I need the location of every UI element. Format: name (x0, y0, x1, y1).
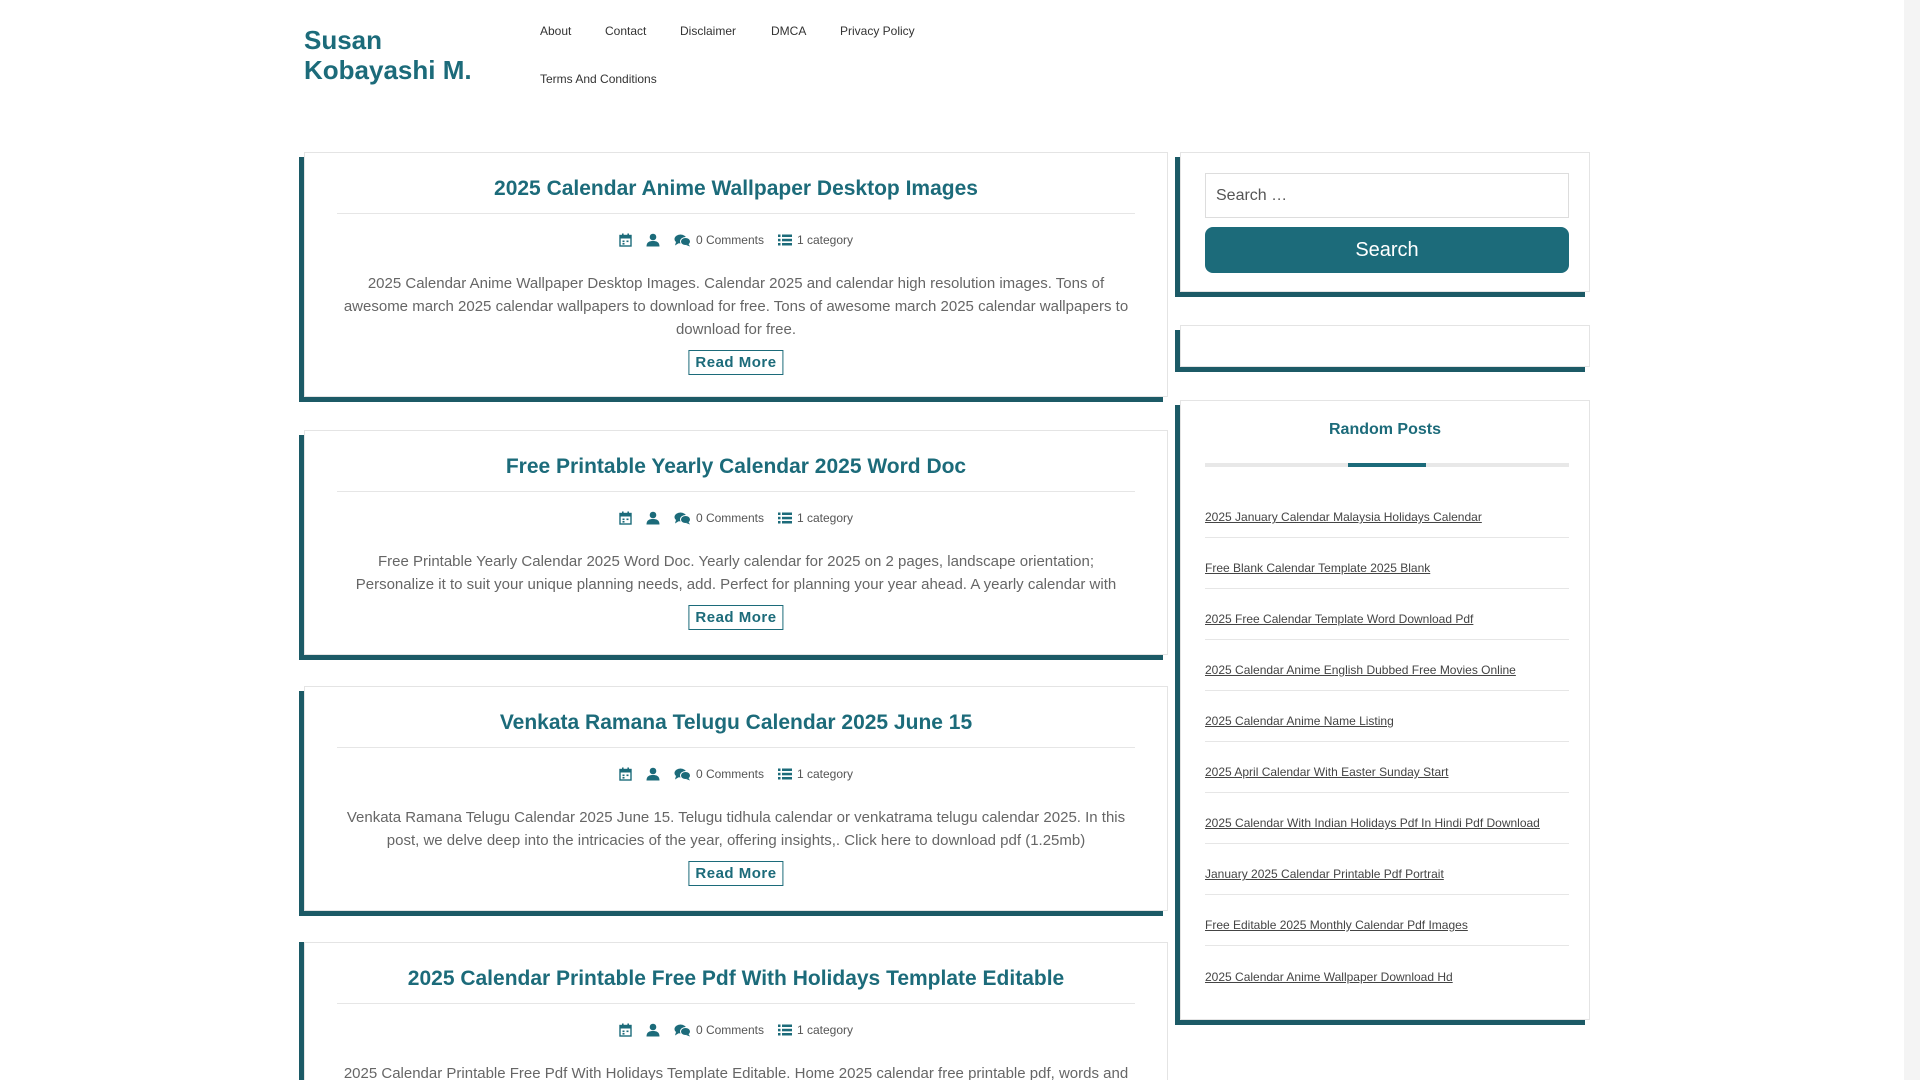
random-posts-list: 2025 January Calendar Malaysia Holidays … (1205, 487, 1569, 997)
read-more-button[interactable]: Read More (688, 605, 784, 630)
post-meta: 0 Comments 1 category (305, 233, 1167, 247)
post-excerpt: Venkata Ramana Telugu Calendar 2025 June… (346, 809, 1126, 849)
post-comments[interactable]: 0 Comments (674, 767, 764, 781)
post-meta: 0 Comments 1 category (305, 767, 1167, 781)
random-post-link[interactable]: Free Blank Calendar Template 2025 Blank (1205, 561, 1430, 575)
category-label: 1 category (796, 233, 854, 247)
user-icon (646, 1023, 660, 1037)
page-scrollbar[interactable] (1904, 0, 1920, 1080)
post-comments[interactable]: 0 Comments (674, 233, 764, 247)
title-divider (337, 1003, 1135, 1004)
calendar-icon (619, 233, 632, 247)
comments-icon (674, 1024, 691, 1036)
post-card: Free Printable Yearly Calendar 2025 Word… (304, 430, 1168, 655)
nav-item-privacy-policy[interactable]: Privacy Policy (840, 24, 915, 38)
comments-count: 0 Comments (695, 767, 764, 781)
comments-count: 0 Comments (695, 1023, 764, 1037)
post-author[interactable] (646, 511, 660, 525)
title-divider (337, 747, 1135, 748)
post-title[interactable]: 2025 Calendar Printable Free Pdf With Ho… (305, 967, 1167, 991)
list-item: 2025 Calendar Anime Wallpaper Download H… (1205, 946, 1569, 997)
random-post-link[interactable]: 2025 Calendar With Indian Holidays Pdf I… (1205, 816, 1540, 830)
calendar-icon (619, 767, 632, 781)
nav-item-terms-and-conditions[interactable]: Terms And Conditions (540, 72, 657, 86)
post-comments[interactable]: 0 Comments (674, 511, 764, 525)
calendar-icon (619, 511, 632, 525)
post-title[interactable]: 2025 Calendar Anime Wallpaper Desktop Im… (305, 177, 1167, 201)
comments-icon (674, 234, 691, 246)
list-item: 2025 Calendar With Indian Holidays Pdf I… (1205, 793, 1569, 844)
post-date[interactable] (619, 233, 632, 247)
random-post-link[interactable]: 2025 Free Calendar Template Word Downloa… (1205, 612, 1473, 626)
list-item: Free Blank Calendar Template 2025 Blank (1205, 538, 1569, 589)
post-card: Venkata Ramana Telugu Calendar 2025 June… (304, 686, 1168, 911)
title-divider (337, 491, 1135, 492)
list-item: Free Editable 2025 Monthly Calendar Pdf … (1205, 895, 1569, 946)
search-input[interactable] (1205, 173, 1569, 218)
random-post-link[interactable]: 2025 Calendar Anime English Dubbed Free … (1205, 663, 1516, 677)
post-category[interactable]: 1 category (777, 511, 854, 525)
post-category[interactable]: 1 category (777, 233, 854, 247)
post-date[interactable] (619, 511, 632, 525)
post-author[interactable] (646, 767, 660, 781)
category-label: 1 category (796, 767, 854, 781)
widget-title-underline (1205, 463, 1569, 467)
list-icon (777, 512, 792, 524)
user-icon (646, 511, 660, 525)
comments-count: 0 Comments (695, 233, 764, 247)
post-date[interactable] (619, 767, 632, 781)
site-title[interactable]: Susan Kobayashi M. (304, 25, 504, 85)
comments-count: 0 Comments (695, 511, 764, 525)
user-icon (646, 233, 660, 247)
list-icon (777, 234, 792, 246)
category-label: 1 category (796, 1023, 854, 1037)
list-item: 2025 Calendar Anime English Dubbed Free … (1205, 640, 1569, 691)
random-posts-widget: Random Posts 2025 January Calendar Malay… (1180, 400, 1590, 1020)
calendar-icon (619, 1023, 632, 1037)
post-comments[interactable]: 0 Comments (674, 1023, 764, 1037)
read-more-button[interactable]: Read More (688, 861, 784, 886)
post-category[interactable]: 1 category (777, 767, 854, 781)
nav-item-dmca[interactable]: DMCA (771, 24, 806, 38)
post-title[interactable]: Free Printable Yearly Calendar 2025 Word… (305, 455, 1167, 479)
list-item: January 2025 Calendar Printable Pdf Port… (1205, 844, 1569, 895)
read-more-button[interactable]: Read More (688, 350, 784, 375)
post-date[interactable] (619, 1023, 632, 1037)
empty-widget (1180, 325, 1590, 367)
post-card: 2025 Calendar Anime Wallpaper Desktop Im… (304, 152, 1168, 397)
search-button[interactable]: Search (1205, 227, 1569, 273)
post-category[interactable]: 1 category (777, 1023, 854, 1037)
search-widget: Search (1180, 152, 1590, 292)
nav-item-contact[interactable]: Contact (605, 24, 646, 38)
random-post-link[interactable]: Free Editable 2025 Monthly Calendar Pdf … (1205, 918, 1468, 932)
post-author[interactable] (646, 1023, 660, 1037)
post-meta: 0 Comments 1 category (305, 511, 1167, 525)
category-label: 1 category (796, 511, 854, 525)
post-card: 2025 Calendar Printable Free Pdf With Ho… (304, 942, 1168, 1080)
random-post-link[interactable]: January 2025 Calendar Printable Pdf Port… (1205, 867, 1444, 881)
random-post-link[interactable]: 2025 January Calendar Malaysia Holidays … (1205, 510, 1482, 524)
post-excerpt: 2025 Calendar Anime Wallpaper Desktop Im… (343, 275, 1129, 338)
user-icon (646, 767, 660, 781)
random-post-link[interactable]: 2025 Calendar Anime Name Listing (1205, 714, 1394, 728)
random-post-link[interactable]: 2025 Calendar Anime Wallpaper Download H… (1205, 970, 1453, 984)
list-item: 2025 April Calendar With Easter Sunday S… (1205, 742, 1569, 793)
post-excerpt: Free Printable Yearly Calendar 2025 Word… (355, 553, 1117, 593)
list-item: 2025 Calendar Anime Name Listing (1205, 691, 1569, 742)
list-item: 2025 January Calendar Malaysia Holidays … (1205, 487, 1569, 538)
post-meta: 0 Comments 1 category (305, 1023, 1167, 1037)
widget-title: Random Posts (1328, 421, 1441, 438)
nav-item-disclaimer[interactable]: Disclaimer (680, 24, 736, 38)
post-author[interactable] (646, 233, 660, 247)
comments-icon (674, 512, 691, 524)
post-title[interactable]: Venkata Ramana Telugu Calendar 2025 June… (305, 711, 1167, 735)
random-post-link[interactable]: 2025 April Calendar With Easter Sunday S… (1205, 765, 1448, 779)
list-item: 2025 Free Calendar Template Word Downloa… (1205, 589, 1569, 640)
nav-item-about[interactable]: About (540, 24, 571, 38)
list-icon (777, 768, 792, 780)
post-excerpt: 2025 Calendar Printable Free Pdf With Ho… (343, 1065, 1129, 1080)
list-icon (777, 1024, 792, 1036)
title-divider (337, 213, 1135, 214)
comments-icon (674, 768, 691, 780)
